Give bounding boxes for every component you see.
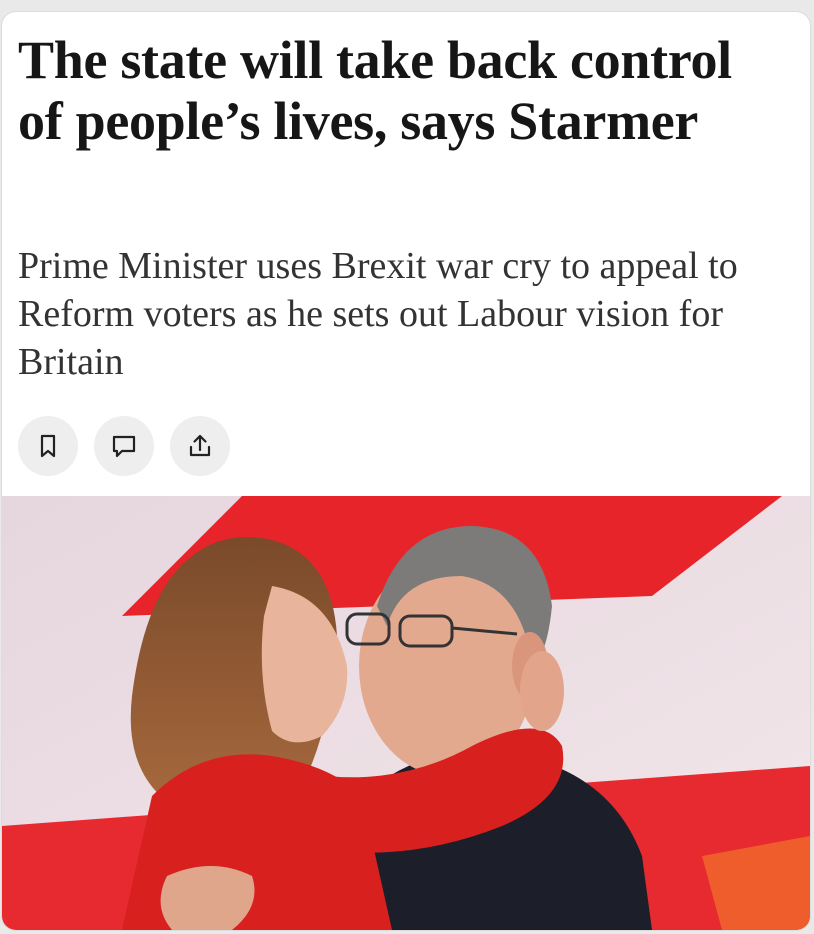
comment-icon	[112, 435, 136, 458]
bookmark-button[interactable]	[18, 416, 78, 476]
photo-illustration	[2, 496, 810, 930]
comment-button[interactable]	[94, 416, 154, 476]
article-photo[interactable]	[2, 496, 810, 930]
share-icon	[189, 434, 211, 457]
article-actions	[18, 416, 230, 476]
article-standfirst: Prime Minister uses Brexit war cry to ap…	[18, 245, 738, 383]
man-hand	[160, 866, 255, 930]
bookmark-icon	[40, 434, 56, 458]
article-card[interactable]: The state will take back control of peop…	[2, 12, 810, 930]
article-headline[interactable]: The state will take back control of peop…	[18, 30, 788, 152]
share-button[interactable]	[170, 416, 230, 476]
woman-hand	[520, 651, 564, 731]
